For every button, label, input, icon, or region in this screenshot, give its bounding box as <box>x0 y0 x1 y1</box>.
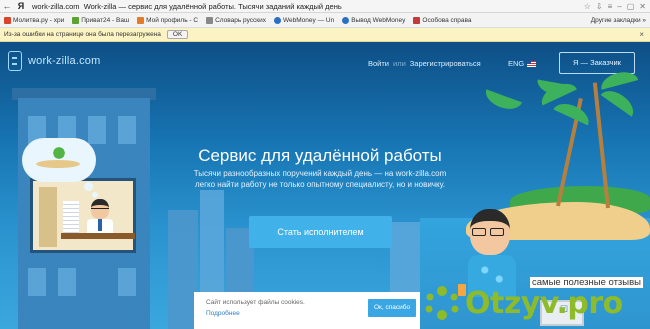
window-controls: ☆ ⇩ ≡ – ▢ ✕ <box>584 2 646 11</box>
bookmark-item[interactable]: Особова справа <box>413 16 472 24</box>
bookmark-favicon-icon <box>72 16 80 24</box>
bookmark-favicon-icon <box>413 16 421 24</box>
language-switch[interactable]: ENG <box>508 59 537 68</box>
cookie-accept-button[interactable]: Ок, спасибо <box>368 299 416 317</box>
bookmark-favicon-icon <box>342 16 350 24</box>
site-logo[interactable]: work-zilla.com <box>8 51 100 71</box>
bookmark-favicon-icon <box>137 16 145 24</box>
office-worker-tie <box>98 219 102 231</box>
hero-subtitle: Тысячи разнообразных поручений каждый де… <box>193 169 447 189</box>
palm-leaf <box>600 85 639 117</box>
auth-links: Войти или Зарегистрироваться <box>368 59 481 68</box>
hero-title: Сервис для удалённой работы <box>198 146 442 165</box>
logo-text: work-zilla.com <box>28 55 101 67</box>
paper-stack <box>63 201 79 233</box>
minimize-icon[interactable]: – <box>617 2 621 11</box>
palm-leaf <box>482 89 523 114</box>
yandex-logo[interactable]: Я <box>14 1 28 11</box>
cookie-banner: Сайт использует файлы cookies. Подробнее… <box>194 292 420 329</box>
cookie-message: Сайт использует файлы cookies. <box>206 299 305 306</box>
bookmark-favicon-icon <box>4 16 11 24</box>
bookmark-favicon-icon <box>206 16 214 24</box>
office-worker-glasses <box>91 208 109 212</box>
bookmark-star-icon[interactable]: ☆ <box>584 2 591 11</box>
login-link[interactable]: Войти <box>368 59 389 68</box>
register-link[interactable]: Зарегистрироваться <box>410 59 481 68</box>
or-text: или <box>393 59 406 68</box>
otzyv-logo-icon <box>425 286 459 320</box>
bookmark-item[interactable]: Молитва.ру - хри <box>4 16 64 24</box>
reload-infobar: Из-за ошибки на странице она была переза… <box>0 28 650 42</box>
bookmarks-bar: Молитва.ру - хри Приват24 - Ваш Мой проф… <box>0 13 650 28</box>
zilla-logo-icon <box>8 51 22 71</box>
menu-icon[interactable]: ≡ <box>608 2 613 11</box>
download-icon[interactable]: ⇩ <box>596 2 603 11</box>
infobar-close-icon[interactable]: × <box>639 30 644 39</box>
dream-cloud-illustration <box>22 138 96 182</box>
bookmark-item[interactable]: Словарь русских <box>206 16 266 24</box>
url-page-title: Work-zilla — сервис для удалённой работы… <box>83 1 342 11</box>
office-room-illustration <box>30 178 136 253</box>
infobar-message: Из-за ошибки на странице она была переза… <box>4 31 161 38</box>
url-domain: work-zilla.com <box>32 1 80 11</box>
browser-address-bar: ← Я work-zilla.com Work-zilla — сервис д… <box>0 0 650 13</box>
us-flag-icon <box>527 61 537 68</box>
bookmark-item[interactable]: Вывод WebMoney <box>342 16 405 24</box>
become-freelancer-button[interactable]: Стать исполнителем <box>249 216 392 248</box>
cookie-more-link[interactable]: Подробнее <box>206 310 240 317</box>
freelancer-glasses <box>472 228 508 236</box>
bookmark-item[interactable]: WebMoney — Un <box>274 16 334 24</box>
bookshelf <box>39 187 57 247</box>
thought-dot <box>84 182 93 191</box>
dream-island <box>36 160 80 168</box>
office-desk <box>61 233 135 239</box>
customer-button[interactable]: Я — Заказчик <box>559 52 635 74</box>
site-header: work-zilla.com Войти или Зарегистрироватьс… <box>0 42 650 80</box>
other-bookmarks[interactable]: Другие закладки » <box>591 17 646 24</box>
back-arrow-icon[interactable]: ← <box>0 1 14 11</box>
thought-dot <box>92 192 98 198</box>
bookmark-item[interactable]: Мой профиль - С <box>137 16 198 24</box>
infobar-ok-button[interactable]: OK <box>166 30 189 39</box>
maximize-icon[interactable]: ▢ <box>627 2 635 11</box>
close-icon[interactable]: ✕ <box>639 2 646 11</box>
watermark-brand: Otzyv.pro <box>465 286 623 321</box>
url-field[interactable]: work-zilla.com Work-zilla — сервис для у… <box>32 2 584 11</box>
bookmark-item[interactable]: Приват24 - Ваш <box>72 16 129 24</box>
bookmark-favicon-icon <box>274 16 281 24</box>
